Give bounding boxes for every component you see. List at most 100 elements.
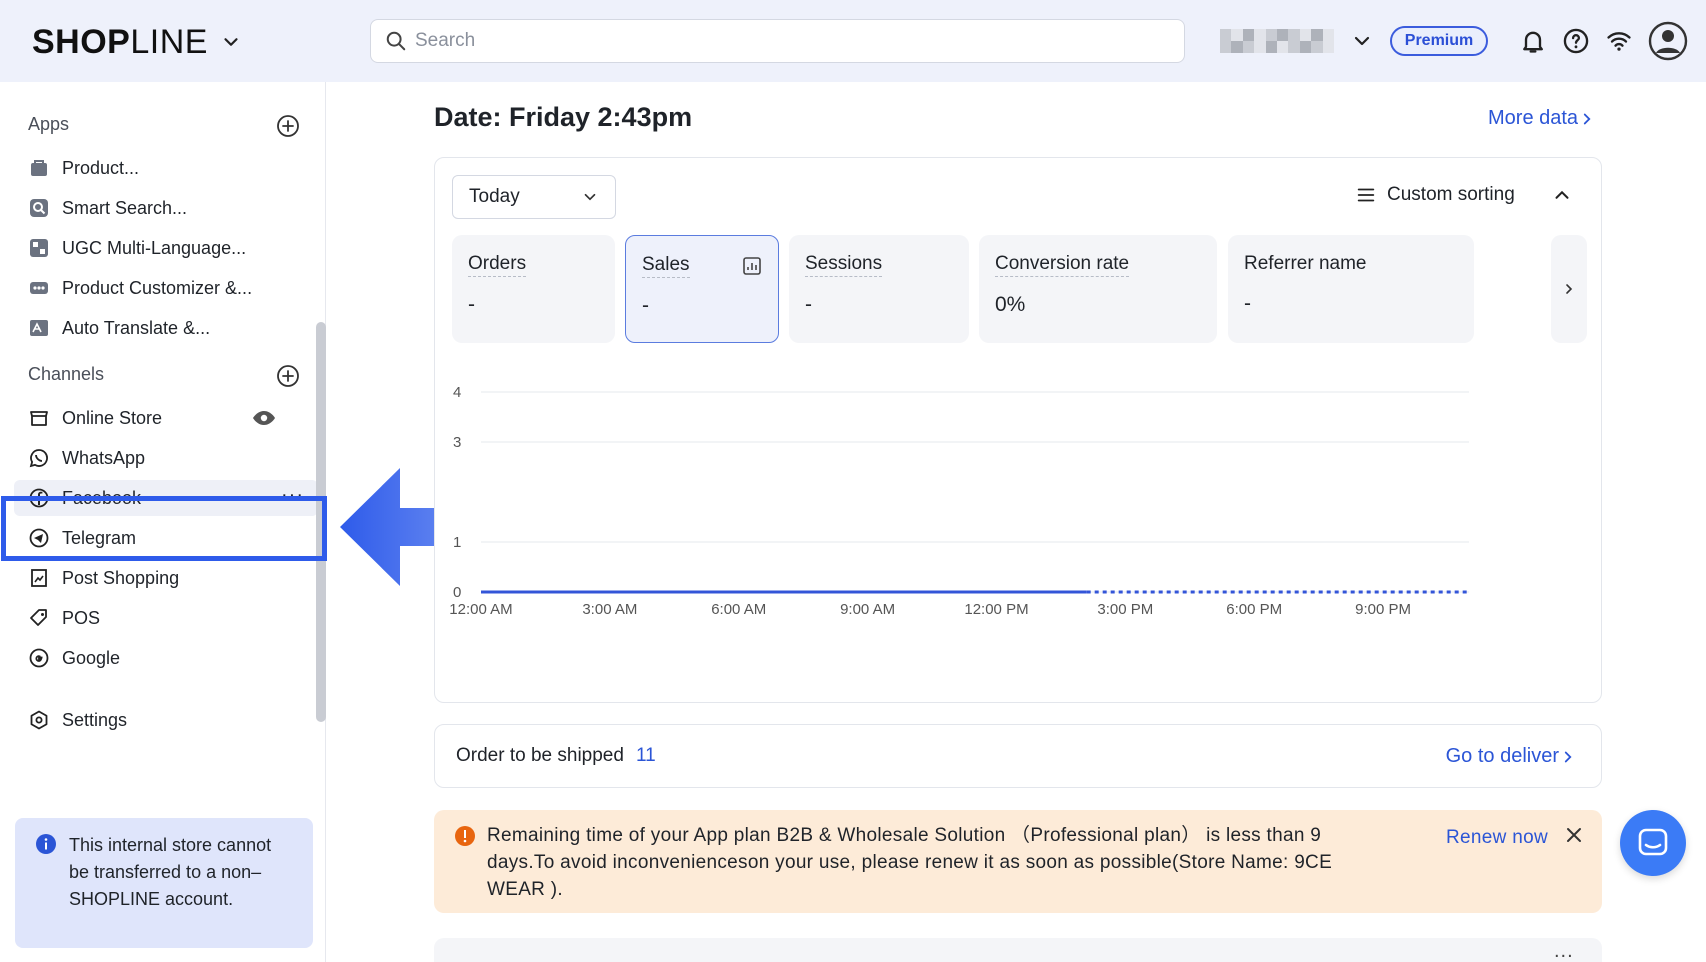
metric-label: Sessions (805, 253, 883, 277)
sidebar-item-whatsapp[interactable]: WhatsApp (28, 440, 145, 476)
add-channel-icon[interactable] (276, 364, 300, 388)
order-to-ship-count[interactable]: 11 (636, 745, 656, 767)
sidebar-item-google[interactable]: Google (28, 640, 120, 676)
sidebar-item-online-store[interactable]: Online Store (28, 400, 162, 436)
sidebar-item-customizer-app[interactable]: Product Customizer &... (28, 270, 252, 306)
warning-text: Remaining time of your App plan B2B & Wh… (487, 825, 1333, 900)
chevron-up-icon[interactable] (1551, 184, 1573, 206)
sales-line-chart: 0134512:00 AM3:00 AM6:00 AM9:00 AM12:00 … (449, 384, 1469, 618)
avatar-icon[interactable] (1648, 21, 1688, 61)
chevron-right-icon (1566, 284, 1573, 294)
product-app-icon (28, 157, 50, 179)
metric-label: Conversion rate (995, 253, 1130, 277)
wifi-icon[interactable] (1605, 27, 1633, 55)
period-select-value: Today (469, 186, 520, 207)
sidebar-item-product-app[interactable]: Product... (28, 150, 139, 186)
top-header: SHOPLINE Premium (0, 0, 1706, 82)
pos-icon (28, 607, 50, 629)
settings-icon (28, 709, 50, 731)
x-tick-label: 12:00 AM (449, 601, 512, 618)
add-app-icon[interactable] (276, 114, 300, 138)
google-icon (28, 647, 50, 669)
metric-sales[interactable]: Sales - (625, 235, 779, 343)
store-name-blurred[interactable] (1220, 29, 1334, 53)
y-tick-label: 0 (453, 584, 461, 601)
chevron-right-icon (1583, 113, 1591, 124)
premium-badge[interactable]: Premium (1390, 26, 1488, 56)
analytics-card: Today Custom sorting Orders - Sales - Se… (434, 157, 1602, 703)
metric-value: - (468, 293, 475, 316)
y-tick-label: 3 (453, 434, 461, 451)
store-icon (28, 407, 50, 429)
metric-conversion-rate[interactable]: Conversion rate 0% (979, 235, 1217, 343)
help-icon[interactable] (1562, 27, 1590, 55)
channels-section-label: Channels (28, 364, 105, 384)
search-box[interactable] (370, 19, 1185, 63)
sidebar-item-post-shopping[interactable]: Post Shopping (28, 560, 179, 596)
sidebar-item-smart-search-app[interactable]: Smart Search... (28, 190, 187, 226)
metric-referrer-name[interactable]: Referrer name - (1228, 235, 1474, 343)
sidebar-item-label: WhatsApp (62, 447, 146, 468)
store-chevron-down-icon[interactable] (1350, 29, 1374, 53)
metric-label: Referrer name (1244, 253, 1367, 274)
order-to-ship-label: Order to be shipped (456, 745, 624, 766)
plan-expiry-warning: Remaining time of your App plan B2B & Wh… (434, 810, 1602, 913)
renew-now-link[interactable]: Renew now (1446, 824, 1548, 851)
sidebar-item-pos[interactable]: POS (28, 600, 100, 636)
next-card-partial (434, 938, 1602, 962)
facebook-highlight-frame (1, 496, 327, 561)
page-title: Date: Friday 2:43pm (434, 102, 693, 132)
go-to-deliver-link[interactable]: Go to deliver (1446, 745, 1577, 768)
search-input[interactable] (415, 30, 1175, 52)
sidebar-item-translate-app[interactable]: Auto Translate &... (28, 310, 210, 346)
chat-icon (1638, 828, 1668, 856)
chat-support-button[interactable] (1620, 810, 1686, 876)
post-shopping-icon (28, 567, 50, 589)
info-icon (36, 834, 56, 854)
transfer-note: This internal store cannot be transferre… (15, 818, 313, 948)
sidebar-item-label: Product Customizer &... (62, 277, 253, 298)
apps-section-label: Apps (28, 114, 70, 134)
close-icon[interactable] (1564, 825, 1584, 845)
customizer-app-icon (28, 277, 50, 299)
x-tick-label: 9:00 PM (1355, 601, 1411, 618)
more-data-link[interactable]: More data (1488, 107, 1596, 130)
sidebar-item-label: Auto Translate &... (62, 317, 211, 338)
chevron-right-icon (1564, 751, 1572, 762)
x-tick-label: 3:00 PM (1097, 601, 1153, 618)
custom-sorting-button[interactable]: Custom sorting (1355, 184, 1515, 206)
metric-label: Sales (642, 254, 690, 278)
sidebar-item-label: Online Store (62, 407, 163, 428)
sidebar-item-settings[interactable]: Settings (28, 702, 127, 738)
metric-value: - (642, 294, 649, 317)
sidebar-item-label: Product... (62, 157, 140, 178)
more-options-icon[interactable]: ... (1554, 940, 1574, 962)
smart-search-app-icon (28, 197, 50, 219)
metrics-next-button[interactable] (1551, 235, 1587, 343)
whatsapp-icon (28, 447, 50, 469)
chart-report-icon[interactable] (742, 256, 762, 276)
metric-label: Orders (468, 253, 527, 277)
translate-app-icon (28, 317, 50, 339)
sidebar-item-label: UGC Multi-Language... (62, 237, 247, 258)
ugc-app-icon (28, 237, 50, 259)
chevron-down-icon (584, 193, 596, 201)
sidebar-item-label: Google (62, 647, 121, 668)
metric-orders[interactable]: Orders - (452, 235, 615, 343)
x-tick-label: 12:00 PM (964, 601, 1028, 618)
x-tick-label: 9:00 AM (840, 601, 895, 618)
metric-value: - (1244, 292, 1251, 315)
x-tick-label: 6:00 PM (1226, 601, 1282, 618)
bell-icon[interactable] (1519, 27, 1547, 55)
go-to-deliver-label: Go to deliver (1445, 745, 1559, 767)
y-tick-label: 1 (453, 534, 461, 551)
y-tick-label: 4 (453, 384, 461, 401)
sidebar-item-ugc-app[interactable]: UGC Multi-Language... (28, 230, 246, 266)
period-select[interactable]: Today (452, 175, 616, 219)
shopline-logo[interactable]: SHOPLINE (32, 22, 242, 62)
eye-icon[interactable] (252, 406, 276, 430)
warning-icon (455, 826, 475, 846)
order-to-ship-card: Order to be shipped 11 Go to deliver (434, 724, 1602, 788)
more-data-label: More data (1488, 107, 1579, 129)
metric-sessions[interactable]: Sessions - (789, 235, 969, 343)
